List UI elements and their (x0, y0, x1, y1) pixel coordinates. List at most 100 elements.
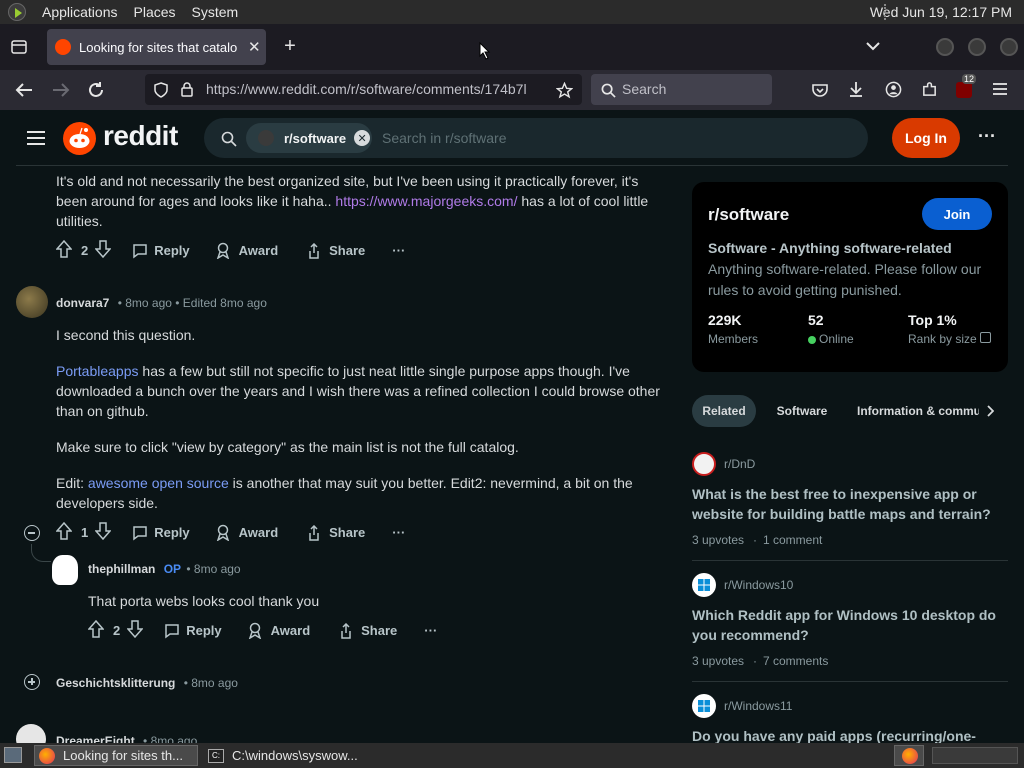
external-link-icon[interactable] (980, 332, 991, 343)
bookmark-star-icon[interactable] (555, 81, 573, 99)
ublock-extension-icon[interactable] (956, 82, 972, 98)
share-icon (309, 524, 319, 541)
portableapps-link[interactable]: Portableapps (56, 363, 139, 379)
stat-label-rank[interactable]: Rank by size (908, 332, 977, 346)
tab-close-icon[interactable]: ✕ (248, 38, 261, 56)
system-menu[interactable]: System (192, 4, 239, 20)
reddit-logo-icon[interactable] (63, 122, 96, 155)
related-subreddit[interactable]: r/Windows10 (724, 578, 793, 592)
related-question[interactable]: What is the best free to inexpensive app… (692, 484, 1002, 524)
expand-thread-icon[interactable] (24, 674, 40, 690)
related-subreddit[interactable]: r/DnD (724, 457, 755, 471)
subreddit-icon (692, 452, 716, 476)
lock-icon[interactable] (180, 81, 194, 98)
shield-icon[interactable] (153, 81, 169, 98)
more-icon[interactable]: ··· (392, 525, 405, 540)
taskbar-firefox-task[interactable]: Looking for sites th... (34, 745, 198, 766)
url-bar[interactable]: https://www.reddit.com/r/software/commen… (145, 74, 582, 105)
downvote-icon[interactable] (94, 240, 112, 261)
chevron-down-icon[interactable] (864, 37, 882, 55)
download-icon[interactable] (847, 80, 865, 98)
share-icon (341, 622, 351, 639)
url-text[interactable]: https://www.reddit.com/r/software/commen… (206, 81, 551, 97)
panel-handle-icon (884, 4, 887, 20)
related-subreddit[interactable]: r/Windows11 (724, 699, 792, 713)
tray-firefox-icon[interactable] (894, 745, 924, 766)
comment-author[interactable]: donvara7 (56, 296, 109, 310)
chip-software[interactable]: Software (766, 395, 838, 427)
window-maximize-icon[interactable] (968, 38, 986, 56)
active-tab[interactable]: Looking for sites that catalo ✕ (47, 29, 266, 65)
join-button[interactable]: Join (922, 198, 992, 230)
browser-search-bar[interactable]: Search (591, 74, 772, 105)
search-subreddit-chip[interactable]: r/software ✕ (246, 123, 372, 153)
chevron-right-icon[interactable] (986, 404, 995, 422)
gnome-foot-icon[interactable] (8, 3, 26, 21)
comment-author[interactable]: Geschichtsklitterung (56, 676, 175, 690)
window-minimize-icon[interactable] (936, 38, 954, 56)
reload-icon[interactable] (86, 80, 106, 100)
comment-link[interactable]: https://www.majorgeeks.com/ (335, 193, 517, 209)
new-tab-icon[interactable]: + (280, 35, 300, 57)
search-chip-label: r/software (284, 130, 347, 146)
tray-workspace-icon[interactable] (932, 747, 1018, 764)
award-button[interactable]: Award (215, 524, 278, 541)
back-arrow-icon[interactable] (14, 80, 34, 100)
downvote-icon[interactable] (126, 620, 144, 641)
menu-icon[interactable] (26, 128, 46, 148)
collapse-thread-icon[interactable] (24, 525, 40, 541)
award-button[interactable]: Award (215, 242, 278, 259)
hamburger-menu-icon[interactable] (992, 81, 1008, 97)
avatar[interactable] (16, 286, 48, 318)
login-button[interactable]: Log In (892, 118, 960, 158)
chip-remove-icon[interactable]: ✕ (354, 130, 371, 146)
share-button[interactable]: Share (306, 242, 365, 259)
extensions-puzzle-icon[interactable] (920, 80, 938, 98)
vote-count: 1 (81, 525, 89, 540)
reddit-wordmark[interactable]: reddit (103, 120, 178, 152)
stats-separator: · (753, 654, 757, 668)
more-icon[interactable]: ··· (424, 623, 437, 638)
comment-author[interactable]: DreamerEight (56, 734, 135, 743)
more-icon[interactable]: ··· (392, 243, 405, 258)
online-dot-icon (808, 336, 816, 344)
applications-menu[interactable]: Applications (42, 4, 118, 20)
chip-information[interactable]: Information & commu (857, 395, 979, 427)
related-question[interactable]: Do you have any paid apps (recurring/one… (692, 726, 1002, 743)
reply-button[interactable]: Reply (132, 243, 190, 259)
share-label: Share (361, 623, 398, 638)
places-menu[interactable]: Places (134, 4, 176, 20)
reddit-search-bar[interactable]: r/software ✕ Search in r/software (204, 118, 868, 158)
taskbar-terminal-task[interactable]: C: C:\windows\syswow... (204, 745, 374, 766)
reddit-favicon-icon (55, 39, 71, 55)
pocket-icon[interactable] (811, 81, 829, 99)
window-close-icon[interactable] (1000, 38, 1018, 56)
avatar[interactable] (52, 555, 78, 585)
reply-button[interactable]: Reply (164, 623, 222, 639)
search-icon (220, 130, 237, 147)
show-desktop-icon[interactable] (4, 747, 22, 763)
upvote-icon[interactable] (87, 619, 105, 641)
award-button[interactable]: Award (247, 622, 310, 639)
awesome-open-source-link[interactable]: awesome open source (88, 475, 229, 491)
chip-related[interactable]: Related (692, 395, 756, 427)
upvote-icon[interactable] (55, 239, 73, 261)
share-button[interactable]: Share (338, 622, 398, 639)
related-question[interactable]: Which Reddit app for Windows 10 desktop … (692, 605, 1002, 645)
panel-clock[interactable]: Wed Jun 19, 12:17 PM (870, 4, 1012, 20)
reply-button[interactable]: Reply (132, 525, 190, 541)
downvote-icon[interactable] (94, 522, 112, 543)
account-icon[interactable] (884, 80, 902, 98)
thread-line (31, 544, 51, 562)
tab-overview-icon[interactable] (10, 38, 28, 56)
comment-timestamp: • 8mo ago • Edited 8mo ago (117, 296, 267, 310)
avatar[interactable] (16, 724, 46, 743)
gnome-top-panel: Applications Places System Wed Jun 19, 1… (0, 0, 1024, 24)
comment-author[interactable]: thephillman (88, 562, 155, 576)
more-options-icon[interactable]: ··· (978, 126, 996, 147)
comment-meta: Geschichtsklitterung • 8mo ago (56, 676, 238, 690)
subreddit-name[interactable]: r/software (708, 205, 789, 225)
share-button[interactable]: Share (306, 524, 365, 541)
upvote-icon[interactable] (55, 521, 73, 543)
forward-arrow-icon[interactable] (51, 80, 71, 100)
